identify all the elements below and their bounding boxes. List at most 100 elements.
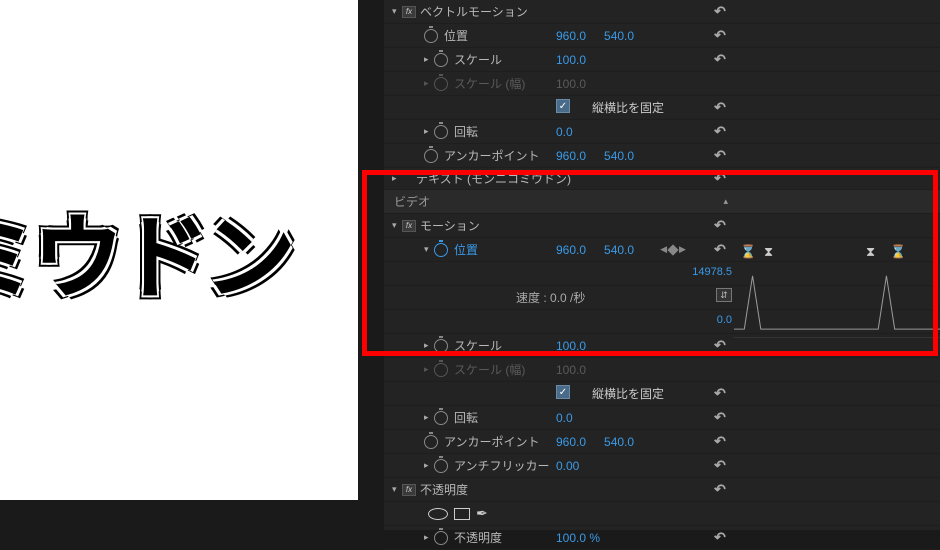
chevron-right-icon[interactable]: [424, 532, 434, 543]
fx-icon[interactable]: fx: [402, 484, 416, 496]
reset-icon[interactable]: [710, 51, 730, 69]
group-title: 不透明度: [420, 481, 468, 498]
value[interactable]: 0.0: [556, 125, 573, 139]
chevron-down-icon[interactable]: [392, 6, 402, 17]
prop-label: 回転: [454, 409, 478, 426]
checkbox-label: 縦横比を固定: [592, 385, 664, 402]
stopwatch-icon: [434, 77, 448, 91]
stopwatch-icon[interactable]: [434, 411, 448, 425]
stopwatch-icon[interactable]: [434, 459, 448, 473]
prop-label: 位置: [444, 27, 468, 44]
reset-icon[interactable]: [710, 409, 730, 427]
value[interactable]: 100.0 %: [556, 531, 600, 545]
chevron-right-icon[interactable]: [424, 340, 434, 351]
chevron-right-icon[interactable]: [424, 126, 434, 137]
group-opacity[interactable]: fx 不透明度: [384, 478, 940, 502]
reset-icon[interactable]: [710, 3, 730, 21]
keyframe-ease-icon[interactable]: ⌛: [740, 244, 754, 260]
velocity-toggle-button[interactable]: ⇵: [716, 288, 732, 302]
stopwatch-icon[interactable]: [434, 339, 448, 353]
reset-icon[interactable]: [710, 337, 730, 355]
chevron-right-icon[interactable]: [424, 78, 434, 89]
value[interactable]: 0.00: [556, 459, 579, 473]
value-y[interactable]: 540.0: [604, 435, 634, 449]
prop-position: 位置 960.0 540.0: [384, 24, 940, 48]
value-x[interactable]: 960.0: [556, 435, 586, 449]
preview-text: ミウドン: [0, 185, 291, 315]
prop-label: スケール: [454, 51, 502, 68]
effect-controls-panel: fx ベクトルモーション 位置 960.0 540.0 スケール 100.0 ス…: [384, 0, 940, 530]
prop-rotation: 回転 0.0: [384, 120, 940, 144]
reset-icon[interactable]: [710, 217, 730, 235]
chevron-right-icon[interactable]: [424, 412, 434, 423]
value-y[interactable]: 540.0: [604, 243, 634, 257]
stopwatch-icon[interactable]: [424, 29, 438, 43]
chevron-right-icon[interactable]: [424, 364, 434, 375]
pen-mask-icon[interactable]: ✒: [476, 505, 488, 522]
value[interactable]: 100.0: [556, 53, 586, 67]
rect-mask-icon[interactable]: [454, 508, 470, 520]
chevron-down-icon[interactable]: [424, 244, 434, 255]
chevron-right-icon[interactable]: [392, 173, 402, 184]
next-keyframe-icon[interactable]: ▶: [679, 244, 686, 255]
value-y[interactable]: 540.0: [604, 149, 634, 163]
group-title: ベクトルモーション: [420, 3, 528, 20]
checkbox-lock-aspect[interactable]: ✓: [556, 99, 570, 113]
stopwatch-icon[interactable]: [434, 125, 448, 139]
keyframe-hold-icon[interactable]: ⧗: [866, 244, 880, 260]
fx-icon[interactable]: fx: [402, 220, 416, 232]
prop-motion-rotation: 回転 0.0: [384, 406, 940, 430]
group-title: テキスト (モンニコミウドン): [416, 170, 571, 187]
value-x[interactable]: 960.0: [556, 149, 586, 163]
keyframe-ease-icon[interactable]: ⌛: [890, 244, 904, 260]
keyframe-track: ⌛ ⧗ ⧗ ⌛: [734, 238, 940, 266]
value-y[interactable]: 540.0: [604, 29, 634, 43]
section-video[interactable]: ビデオ ▴: [384, 190, 940, 214]
chevron-right-icon[interactable]: [424, 54, 434, 65]
prop-label: 不透明度: [454, 529, 502, 546]
value[interactable]: 100.0: [556, 339, 586, 353]
value-x[interactable]: 960.0: [556, 243, 586, 257]
velocity-value: 0.0: [550, 291, 567, 305]
reset-icon[interactable]: [710, 241, 730, 259]
reset-icon[interactable]: [710, 433, 730, 451]
mask-tools: ✒: [384, 502, 940, 526]
keyframe-navigator[interactable]: ◀ ▶: [660, 243, 686, 257]
reset-icon[interactable]: [710, 529, 730, 547]
chevron-down-icon[interactable]: [392, 484, 402, 495]
reset-icon[interactable]: [710, 457, 730, 475]
fx-icon[interactable]: fx: [402, 6, 416, 18]
group-vector-motion[interactable]: fx ベクトルモーション: [384, 0, 940, 24]
reset-icon[interactable]: [710, 170, 730, 188]
ellipse-mask-icon[interactable]: [428, 508, 448, 520]
add-keyframe-icon[interactable]: [667, 244, 678, 255]
program-monitor: ミウドン: [0, 0, 358, 500]
section-label: ビデオ: [394, 193, 430, 210]
reset-icon[interactable]: [710, 481, 730, 499]
value[interactable]: 0.0: [556, 411, 573, 425]
stopwatch-icon: [434, 363, 448, 377]
stopwatch-icon[interactable]: [424, 149, 438, 163]
stopwatch-icon[interactable]: [434, 243, 448, 257]
velocity-min: 0.0: [717, 314, 732, 326]
reset-icon[interactable]: [710, 27, 730, 45]
velocity-graph: [734, 266, 940, 338]
chevron-right-icon[interactable]: [424, 460, 434, 471]
reset-icon[interactable]: [710, 99, 730, 117]
stopwatch-icon[interactable]: [434, 53, 448, 67]
value-x[interactable]: 960.0: [556, 29, 586, 43]
group-text[interactable]: テキスト (モンニコミウドン): [384, 168, 940, 190]
chevron-down-icon[interactable]: [392, 220, 402, 231]
reset-icon[interactable]: [710, 123, 730, 141]
stopwatch-icon[interactable]: [434, 531, 448, 545]
prop-motion-lock-aspect: ✓ 縦横比を固定: [384, 382, 940, 406]
prop-label: スケール (幅): [454, 75, 525, 92]
checkbox-lock-aspect[interactable]: ✓: [556, 385, 570, 399]
reset-icon[interactable]: [710, 385, 730, 403]
keyframe-hold-icon[interactable]: ⧗: [764, 244, 778, 260]
stopwatch-icon[interactable]: [424, 435, 438, 449]
value: 100.0: [556, 363, 586, 377]
reset-icon[interactable]: [710, 147, 730, 165]
group-motion[interactable]: fx モーション: [384, 214, 940, 238]
triangle-up-icon[interactable]: ▴: [723, 196, 728, 207]
